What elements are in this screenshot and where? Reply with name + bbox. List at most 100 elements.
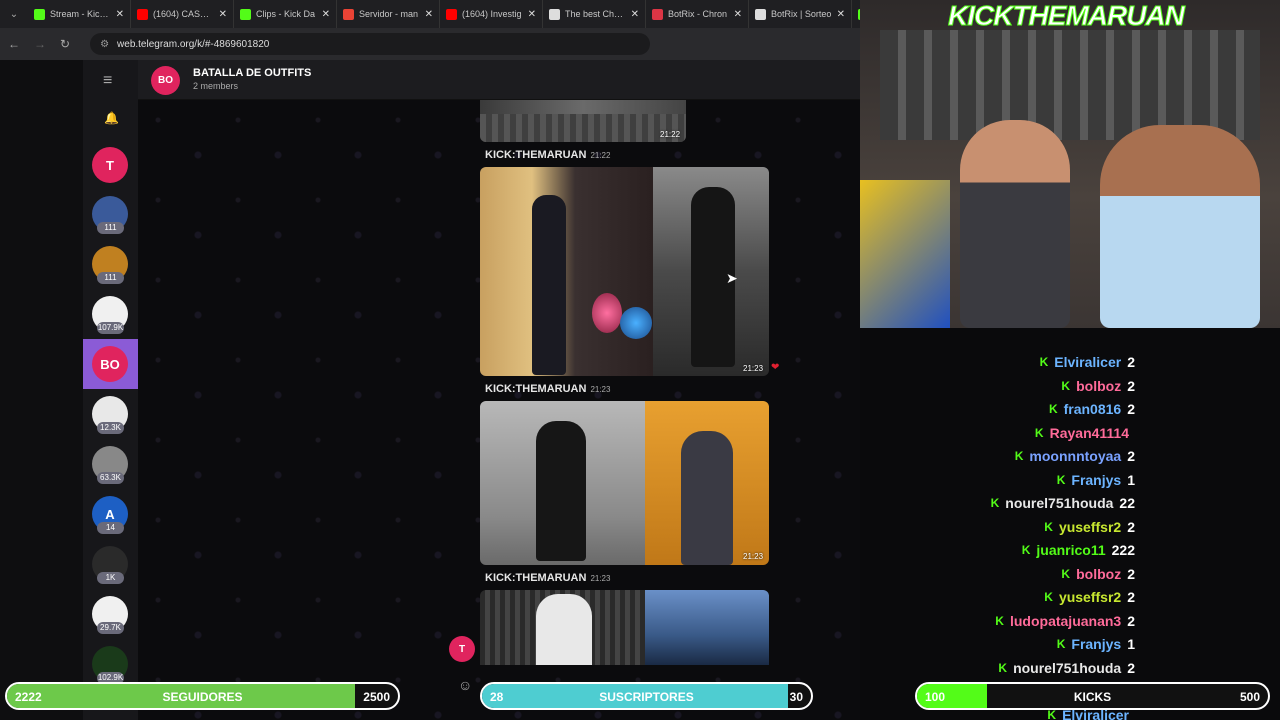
photo-white-jacket[interactable] [480, 590, 645, 665]
browser-tab[interactable]: (1604) Investig ✕ [440, 0, 543, 28]
reload-icon[interactable]: ↻ [60, 37, 70, 51]
chat-message: Kbolboz 2 [1061, 564, 1135, 584]
browser-tab[interactable]: (1604) CASTILL ✕ [131, 0, 234, 28]
kick-icon: K [1048, 402, 1058, 416]
tab-title: (1604) CASTILL [153, 9, 214, 19]
kick-icon: K [1034, 425, 1044, 440]
goal-target: 2500 [363, 690, 390, 704]
browser-tab[interactable]: Servidor - man ✕ [337, 0, 440, 28]
photo-album[interactable] [480, 401, 769, 565]
chat-avatar[interactable]: T [92, 147, 128, 183]
group-avatar[interactable]: BO [151, 66, 180, 95]
chat-username: nourel751houda [1005, 495, 1114, 511]
photo-city[interactable] [645, 590, 769, 665]
kick-icon: K [1056, 472, 1066, 487]
kick-icon: K [1021, 543, 1031, 557]
message-sender[interactable]: KICK:THEMARUAN 21:23 [485, 383, 610, 395]
chat-username: Rayan41114 [1049, 424, 1129, 441]
message-sender[interactable]: KICK:THEMARUAN 21:23 [485, 572, 610, 584]
close-icon[interactable]: ✕ [322, 9, 330, 20]
bell-icon[interactable]: 🔔 [104, 111, 119, 125]
chat-text: 222 [1111, 542, 1135, 558]
webcam-person-left [960, 120, 1070, 328]
photo-time: 21:23 [743, 364, 764, 373]
webcam-person-right [1100, 125, 1260, 328]
tab-title: BotRix - Chron [668, 9, 728, 19]
unread-badge: 29.7K [97, 622, 124, 634]
chat-username: yuseffsr2 [1058, 518, 1122, 535]
chat-message: Kfran0816 2 [1049, 399, 1135, 419]
browser-tab[interactable]: Clips - Kick Da ✕ [234, 0, 337, 28]
message-sender[interactable]: KICK:THEMARUAN 21:22 [485, 149, 610, 161]
close-icon[interactable]: ✕ [116, 9, 124, 20]
heart-reaction[interactable]: ❤ [771, 362, 779, 373]
chat-message: K Elviralicer 2 [1040, 352, 1135, 372]
chat-message: Kjuanrico11 222 [1022, 540, 1135, 560]
chat-text: 1 [1127, 636, 1135, 652]
photo-time: 21:22 [660, 130, 681, 139]
kick-icon: K [990, 496, 1000, 510]
chat-header[interactable]: BO BATALLA DE OUTFITS 2 members [138, 60, 860, 100]
goal-bar: 2222 SEGUIDORES 2500 [5, 682, 400, 710]
kick-icon: K [995, 613, 1004, 628]
back-icon[interactable]: ← [8, 37, 20, 51]
browser-tab[interactable]: BotRix - Chron ✕ [646, 0, 749, 28]
chat-text: 2 [1127, 565, 1135, 582]
webcam-shelves [880, 30, 1260, 140]
kick-icon: K [998, 660, 1008, 675]
kick-icon: K [1056, 637, 1066, 651]
tab-favicon-icon [343, 8, 354, 20]
tab-search-icon[interactable]: ⌄ [0, 9, 28, 20]
sender-name: KICK:THEMARUAN [485, 149, 587, 161]
browser-tab[interactable]: Stream - Kick T ✕ [28, 0, 131, 28]
close-icon[interactable]: ✕ [631, 9, 639, 20]
compose-avatar[interactable]: T [449, 636, 475, 662]
chat-username: fran0816 [1063, 401, 1122, 417]
chat-message: Kludopatajuanan3 2 [995, 611, 1135, 631]
site-info-icon[interactable]: ⚙ [100, 39, 109, 50]
tab-favicon-icon [240, 8, 251, 20]
webcam-chair [860, 180, 950, 328]
close-icon[interactable]: ✕ [734, 9, 742, 20]
menu-icon[interactable]: ≡ [103, 72, 112, 90]
chat-text: 1 [1127, 471, 1135, 488]
chat-avatar[interactable]: BO [92, 346, 128, 382]
photo-wall[interactable] [480, 401, 645, 565]
chat-username: Franjys [1071, 471, 1122, 488]
message-time: 21:22 [590, 151, 611, 160]
chat-message: Kbolboz 2 [1061, 376, 1135, 396]
chat-message: Kyuseffsr2 2 [1044, 587, 1135, 607]
close-icon[interactable]: ✕ [528, 9, 536, 20]
chat-username: Franjys [1071, 636, 1122, 652]
chat-message: K Franjys 1 [1057, 470, 1135, 490]
photo-bw[interactable] [653, 167, 769, 376]
photo-message[interactable] [480, 100, 686, 142]
tab-favicon-icon [549, 8, 560, 20]
close-icon[interactable]: ✕ [425, 9, 433, 20]
chat-username: juanrico11 [1036, 542, 1106, 558]
photo-mirror-selfie[interactable] [480, 167, 653, 376]
close-icon[interactable]: ✕ [219, 9, 227, 20]
group-name: BATALLA DE OUTFITS [193, 67, 312, 79]
photo-album[interactable] [480, 590, 769, 665]
emoji-icon[interactable]: ☺ [458, 677, 472, 693]
goal-label: SUSCRIPTORES [599, 690, 694, 704]
chat-username: nourel751houda [1013, 659, 1122, 676]
tab-favicon-icon [446, 8, 457, 20]
url-field[interactable]: ⚙ web.telegram.org/k/#-4869601820 [90, 33, 651, 55]
photo-person [532, 195, 566, 375]
photo-elevator[interactable] [645, 401, 769, 565]
forward-icon[interactable]: → [34, 37, 46, 51]
tab-title: (1604) Investig [462, 9, 522, 19]
chat-username: ludopatajuanan3 [1009, 612, 1122, 629]
chat-message: Kyuseffsr2 2 [1044, 517, 1135, 537]
browser-tab[interactable]: BotRix | Sorteo ✕ [749, 0, 852, 28]
unread-badge: 111 [97, 222, 124, 234]
chat-username: moonnntoyaa [1029, 448, 1122, 464]
close-icon[interactable]: ✕ [837, 9, 845, 20]
browser-tab[interactable]: The best Chatb ✕ [543, 0, 646, 28]
photo-bottles [592, 293, 622, 333]
kick-icon: K [1061, 566, 1071, 581]
unread-badge: 63.3K [97, 472, 124, 484]
photo-floor [480, 114, 686, 142]
